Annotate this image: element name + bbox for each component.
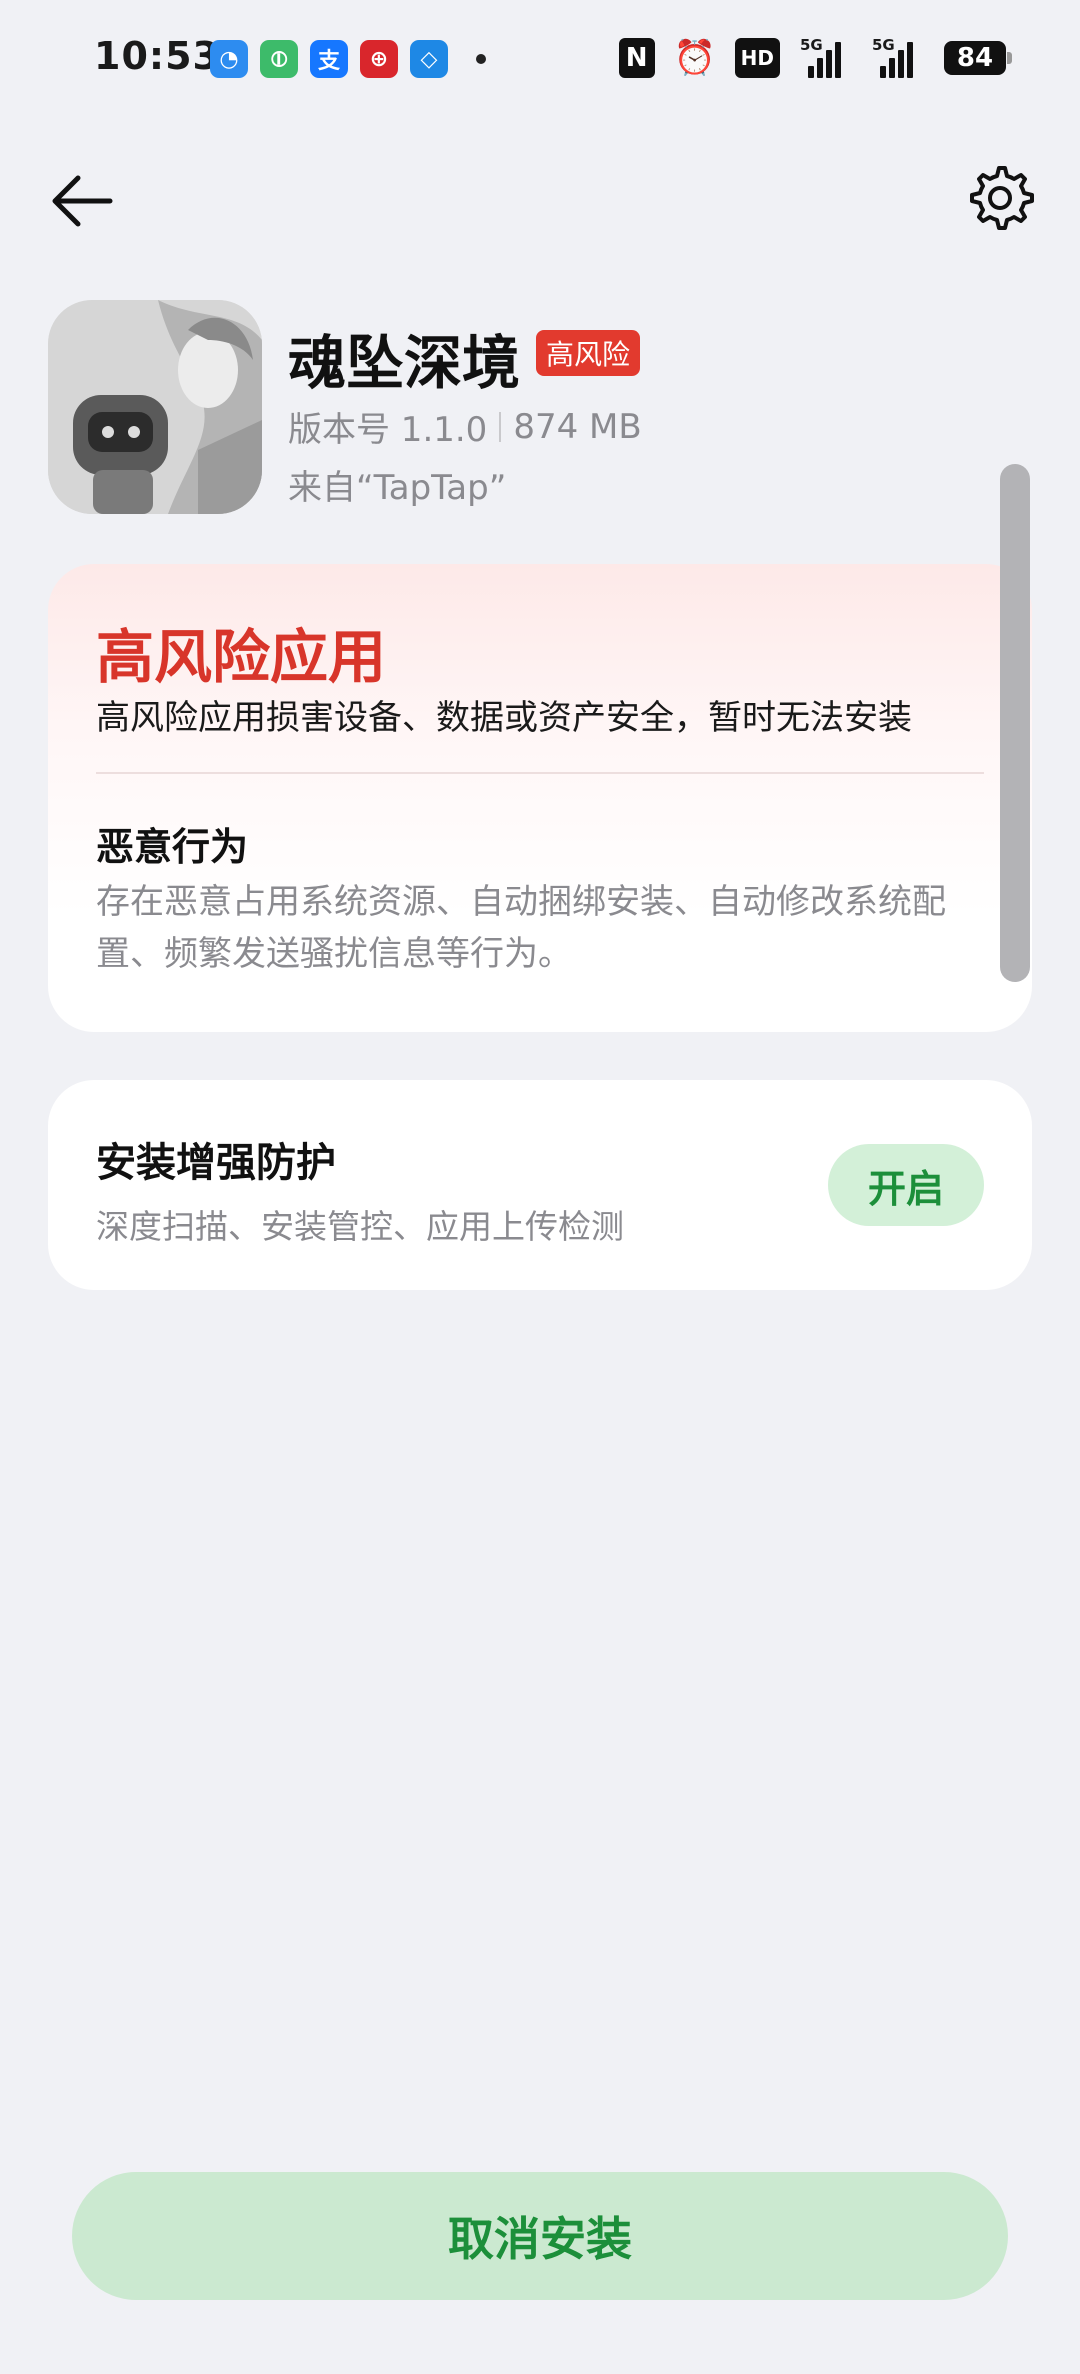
risk-badge: 高风险 [536, 330, 641, 376]
game-artwork-image [48, 300, 262, 514]
risk-description: 高风险应用损害设备、数据或资产安全，暂时无法安装 [96, 698, 912, 738]
notification-icons: ◔ ⦶ 支 ⊕ ◇ [210, 40, 486, 78]
version-info: 版本号 1.1.0 874 MB [288, 402, 642, 451]
battery-icon: 84 [944, 41, 1012, 75]
divider [499, 411, 502, 442]
back-button[interactable] [48, 166, 118, 236]
install-protection-card: 安装增强防护 深度扫描、安装管控、应用上传检测 开启 [48, 1080, 1032, 1290]
app-name: 魂坠深境 [288, 329, 521, 397]
enable-protection-button[interactable]: 开启 [828, 1144, 984, 1226]
signal-1-label: 5G [800, 36, 823, 54]
signal-icon-2: 5G [872, 36, 924, 78]
protection-title: 安装增强防护 [96, 1140, 336, 1186]
signal-2-label: 5G [872, 36, 895, 54]
risk-warning-card: 高风险应用 高风险应用损害设备、数据或资产安全，暂时无法安装 恶意行为 存在恶意… [48, 564, 1032, 1032]
arrow-left-icon [52, 175, 113, 227]
cancel-install-button[interactable]: 取消安装 [72, 2172, 1008, 2300]
app-version: 版本号 1.1.0 [288, 410, 488, 450]
bank-icon: ⊕ [360, 40, 398, 78]
more-notifications-dot [476, 54, 486, 64]
protection-description: 深度扫描、安装管控、应用上传检测 [96, 1207, 624, 1246]
signal-icon-1: 5G [800, 36, 852, 78]
alarm-icon: ⏰ [673, 38, 716, 78]
system-icons: N ⏰ HD 5G 5G 84 [618, 36, 1012, 78]
app-notif-icon-2: ⦶ [260, 40, 298, 78]
status-bar: 10:53 ◔ ⦶ 支 ⊕ ◇ N ⏰ HD 5G 5G 84 [0, 0, 1080, 120]
app-source: 来自“TapTap” [288, 468, 507, 508]
malicious-behavior-description: 存在恶意占用系统资源、自动捆绑安装、自动修改系统配置、频繁发送骚扰信息等行为。 [96, 882, 946, 974]
app-size: 874 MB [513, 406, 642, 447]
hd-voice-icon: HD [734, 38, 780, 78]
divider [96, 772, 984, 774]
scrollbar[interactable] [1000, 464, 1030, 982]
app-notif-icon-1: ◔ [210, 40, 248, 78]
app-notif-icon-5: ◇ [410, 40, 448, 78]
alipay-icon: 支 [310, 40, 348, 78]
app-icon [48, 300, 262, 514]
settings-button[interactable] [964, 162, 1036, 234]
risk-title: 高风险应用 [96, 623, 387, 691]
gear-icon [970, 166, 1034, 230]
status-time: 10:53 [94, 34, 220, 78]
nfc-icon: N [618, 38, 655, 78]
malicious-behavior-title: 恶意行为 [96, 825, 249, 869]
